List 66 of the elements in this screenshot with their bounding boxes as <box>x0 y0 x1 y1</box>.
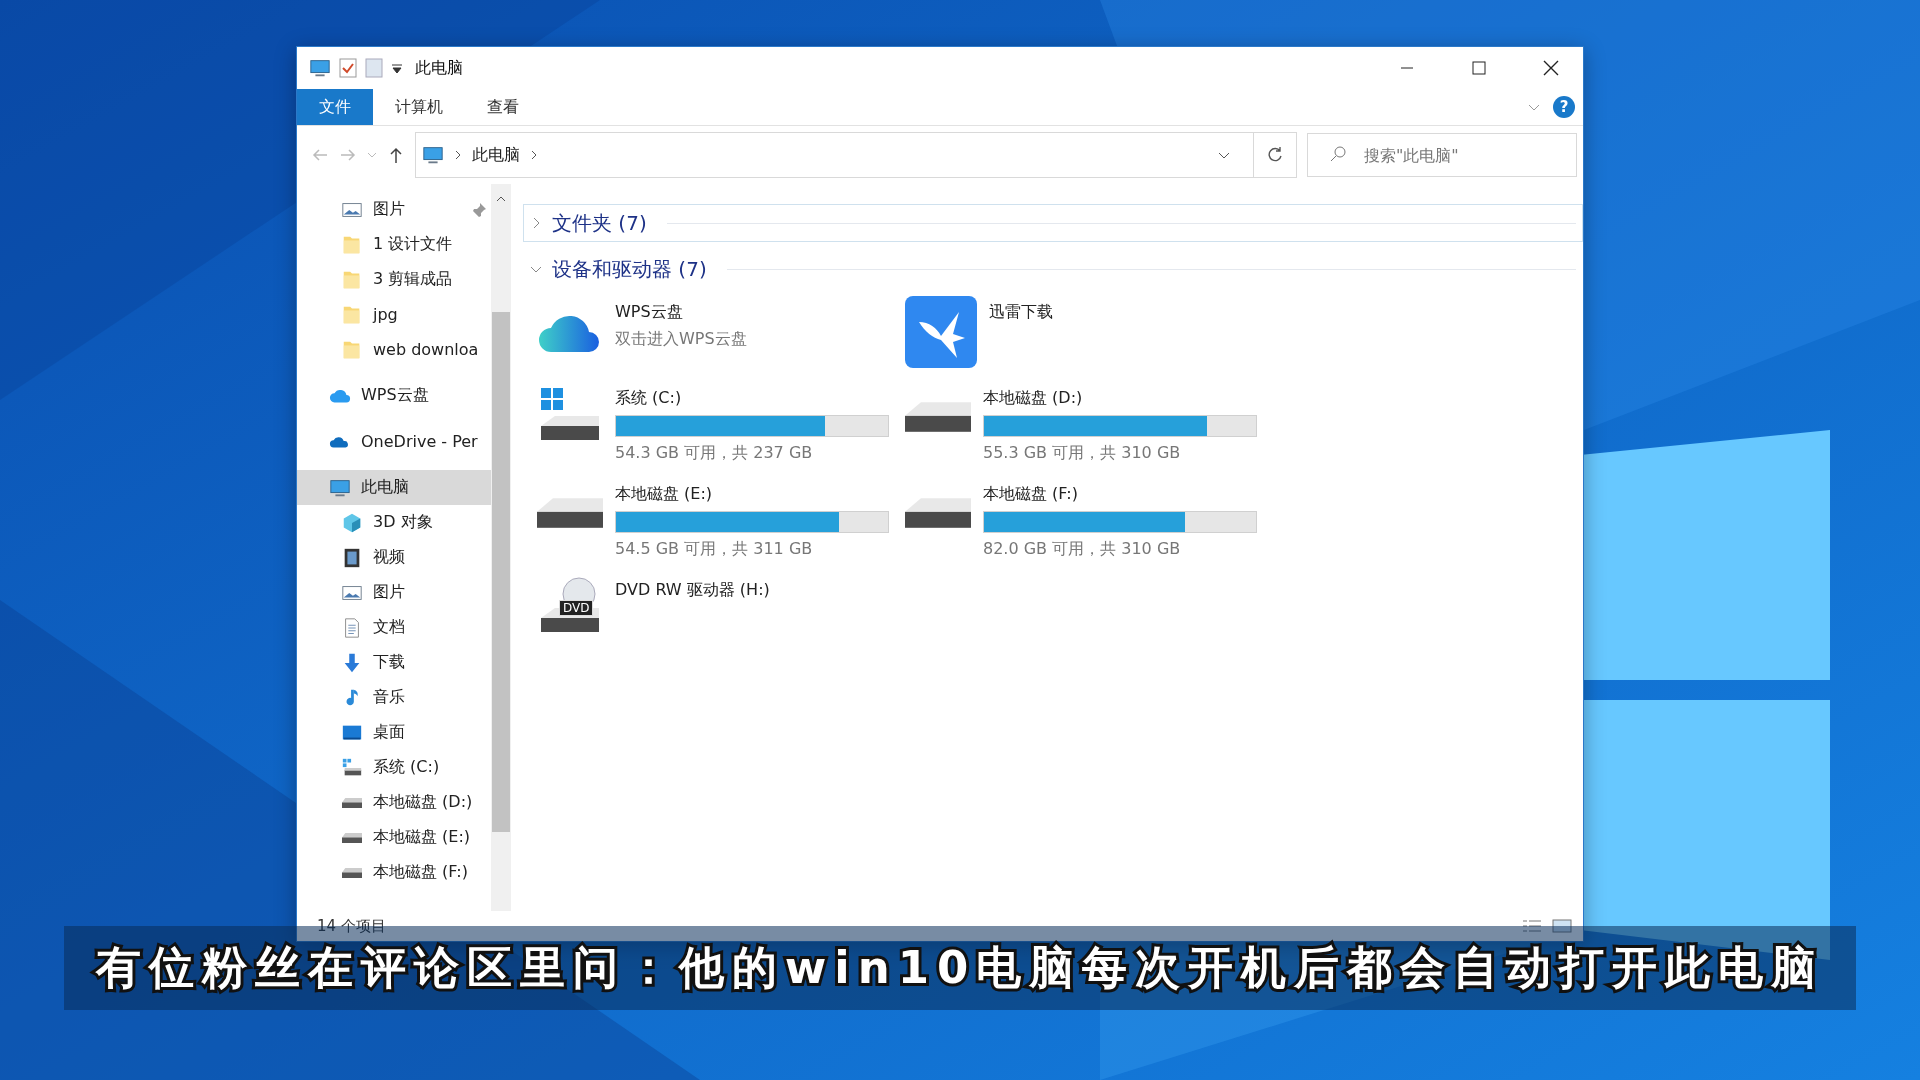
dvd-label: DVD <box>559 600 594 616</box>
scroll-up-icon[interactable] <box>495 194 507 204</box>
group-header[interactable]: 设备和驱动器 (7) <box>523 250 1583 288</box>
drive-icon <box>341 797 363 808</box>
item-subtitle: 双击进入WPS云盘 <box>615 329 747 350</box>
properties-icon[interactable] <box>339 58 357 78</box>
details-view-icon[interactable] <box>1521 918 1543 934</box>
sidebar-item[interactable]: 视频 <box>297 540 491 575</box>
item-name[interactable]: 本地磁盘 (F:) <box>983 484 1257 505</box>
sidebar-item[interactable]: 本地磁盘 (E:) <box>297 820 491 855</box>
computer-icon <box>309 57 331 79</box>
tiles-view-icon[interactable] <box>1551 918 1573 934</box>
hard-drive-icon <box>905 498 971 528</box>
sidebar-item[interactable]: 桌面 <box>297 715 491 750</box>
sidebar-item[interactable]: 1 设计文件 <box>297 227 491 262</box>
dropdown-icon[interactable] <box>391 62 403 74</box>
sidebar-item[interactable]: 图片 <box>297 575 491 610</box>
capacity-reading: 82.0 GB 可用，共 310 GB <box>983 539 1182 560</box>
maximize-icon <box>1472 61 1486 75</box>
scrollbar[interactable] <box>491 184 511 911</box>
refresh-icon[interactable] <box>1266 146 1284 164</box>
hard-drive-icon <box>905 402 971 432</box>
item-name[interactable]: WPS云盘 <box>615 302 747 323</box>
sidebar-item[interactable]: 系统 (C:) <box>297 750 491 785</box>
sidebar-item[interactable]: 音乐 <box>297 680 491 715</box>
item-count: 14 个项目 <box>317 916 386 936</box>
sidebar-item[interactable]: jpg <box>297 297 491 332</box>
group-header[interactable]: 文件夹 (7) <box>523 204 1583 242</box>
sidebar-item[interactable]: web downloa <box>297 332 491 367</box>
item-name[interactable]: 本地磁盘 (D:) <box>983 388 1257 409</box>
item-name[interactable]: DVD RW 驱动器 (H:) <box>615 580 770 601</box>
computer-icon <box>422 144 444 166</box>
sidebar-item[interactable]: 本地磁盘 (D:) <box>297 785 491 820</box>
hard-drive-icon <box>537 498 603 528</box>
drive-icon <box>341 867 363 878</box>
search-field[interactable]: 搜索"此电脑" <box>1307 133 1577 177</box>
capacity-reading: 55.3 GB 可用，共 310 GB <box>983 443 1182 464</box>
ribbon-tab[interactable]: 计算机 <box>373 89 465 125</box>
drive-icon <box>341 832 363 843</box>
ribbon-tab[interactable]: 查看 <box>465 89 541 125</box>
group-title: 设备和驱动器 (7) <box>552 255 707 283</box>
sidebar-item[interactable]: 下载 <box>297 645 491 680</box>
breadcrumb[interactable]: 此电脑 <box>472 144 520 166</box>
close-icon <box>1543 60 1559 76</box>
sidebar-item[interactable]: 图片 <box>297 192 491 227</box>
help-button[interactable]: ? <box>1553 96 1575 118</box>
caption-text: 有位粉丝在评论区里问：他的win10电脑每次开机后都会自动打开此电脑 <box>95 940 1825 996</box>
group-title: 文件夹 (7) <box>552 209 647 237</box>
sidebar-item[interactable]: WPS云盘 <box>297 378 491 413</box>
capacity-reading: 54.3 GB 可用，共 237 GB <box>615 443 814 464</box>
cube-icon <box>341 511 363 534</box>
sidebar-item[interactable]: 3D 对象 <box>297 505 491 540</box>
chevron-right-icon[interactable] <box>530 150 538 160</box>
bird-app-icon <box>905 296 977 368</box>
sidebar-item[interactable]: OneDrive - Per <box>297 424 491 459</box>
ribbon-tab[interactable]: 文件 <box>297 89 373 125</box>
window-title: 此电脑 <box>415 57 464 79</box>
sidebar-item[interactable]: 本地磁盘 (F:) <box>297 855 491 890</box>
item-name[interactable]: 系统 (C:) <box>615 388 889 409</box>
chevron-right-icon <box>454 150 462 160</box>
sidebar-item[interactable]: 此电脑 <box>297 470 491 505</box>
sidebar-item[interactable]: 文档 <box>297 610 491 645</box>
sidebar-item[interactable]: 3 剪辑成品 <box>297 262 491 297</box>
item-name[interactable]: 本地磁盘 (E:) <box>615 484 889 505</box>
capacity-reading: 54.5 GB 可用，共 311 GB <box>615 539 814 560</box>
item-name[interactable]: 迅雷下载 <box>989 302 1053 323</box>
